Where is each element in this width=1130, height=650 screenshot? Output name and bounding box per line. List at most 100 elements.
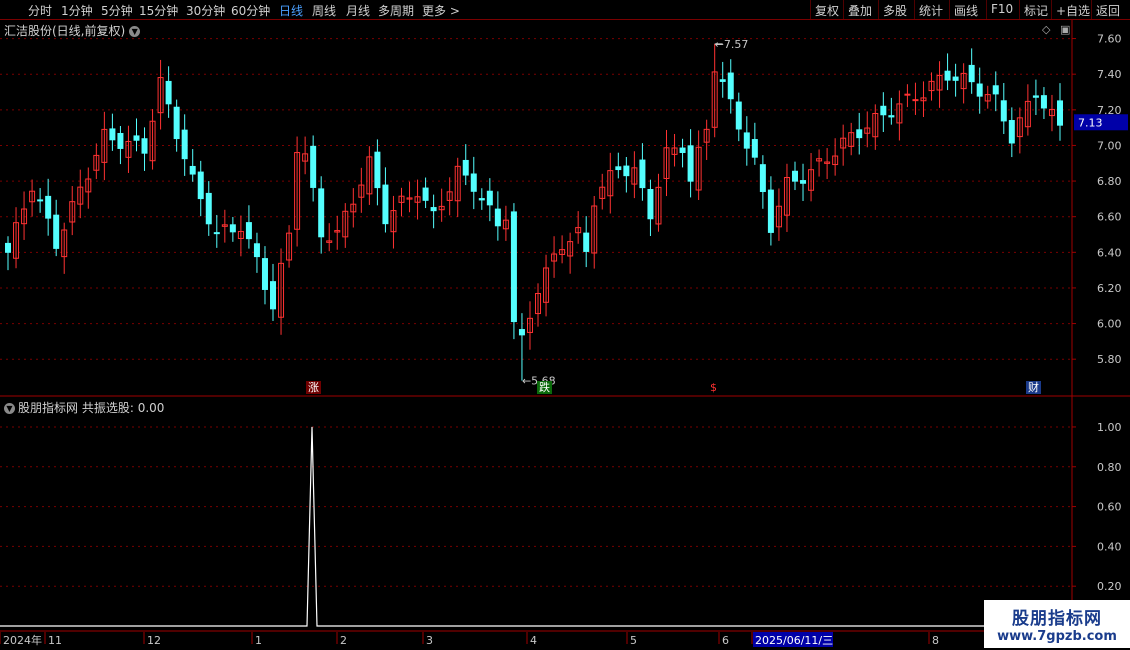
candle-body [197,171,204,200]
toolbar-separator [810,0,811,19]
tab-period-3[interactable]: 15分钟 [139,2,178,19]
candle-body [1040,95,1047,109]
toolbar-separator [878,0,879,19]
price-tick-label: 7.40 [1097,68,1122,81]
toolbar-button-8[interactable]: 返回 [1096,2,1120,19]
price-tick-label: 6.60 [1097,211,1122,224]
toolbar-separator [1051,0,1052,19]
candle-body [374,151,381,189]
indicator-tick-label: 1.00 [1097,421,1122,434]
tab-period-9[interactable]: 多周期 [378,2,414,19]
price-chart[interactable]: 7.607.407.207.006.806.606.406.206.005.80… [0,20,1130,397]
candle-body [615,166,622,171]
candle-body [743,132,750,149]
candle-body [318,188,325,238]
candle-body [205,192,212,225]
candle-body [759,164,766,193]
candle-body [141,138,148,154]
watermark-line1: 股朋指标网 [1012,609,1102,629]
date-label: 12 [147,634,161,647]
candle-body [1057,100,1063,126]
date-axis: 2024年 11 12 1 2 3 4 5 6 2025/06/11/三 8 [0,630,1130,650]
candle-body [727,72,734,100]
toolbar: 分时 1分钟 5分钟 15分钟 30分钟 60分钟 日线 周线 月线 多周期 更多 > 复权 叠加 多股… [0,0,1130,20]
candle-body [37,199,44,202]
tab-period-1[interactable]: 1分钟 [61,2,93,19]
toolbar-button-2[interactable]: 多股 [883,2,907,19]
indicator-chart[interactable]: 1.00 0.80 0.60 0.40 0.20 [0,397,1130,630]
watermark-line2: www.7gpzb.com [997,629,1117,644]
candle-body [888,115,895,118]
indicator-tick-label: 0.60 [1097,501,1122,514]
candle-body [261,258,268,290]
toolbar-button-5[interactable]: F10 [991,2,1013,16]
candle-body [310,145,317,188]
selected-date-label: 2025/06/11/三 [755,634,833,647]
candle-body [968,64,975,83]
candle-body [165,80,172,105]
toolbar-separator [914,0,915,19]
candle-body [245,222,252,240]
candle-body [992,85,999,95]
toolbar-button-6[interactable]: 标记 [1024,2,1048,19]
toolbar-button-1[interactable]: 叠加 [848,2,872,19]
candle-body [952,76,959,81]
indicator-tick-label: 0.20 [1097,580,1122,593]
price-tick-label: 6.40 [1097,246,1122,259]
tab-period-0[interactable]: 分时 [28,2,52,19]
candle-body [462,159,469,176]
candle-body [422,187,429,201]
date-label: 1 [255,634,262,647]
toolbar-button-4[interactable]: 画线 [954,2,978,19]
price-tick-label: 6.00 [1097,318,1122,331]
date-label: 3 [426,634,433,647]
event-tag-finance[interactable]: 财 [1026,381,1041,394]
candle-body [510,211,517,323]
tab-period-7[interactable]: 周线 [312,2,336,19]
candle-body [751,139,758,158]
candle-body [117,132,124,149]
candle-body [518,329,525,336]
candle-body [767,189,774,233]
indicator-tick-label: 0.40 [1097,540,1122,553]
candle-body [213,232,220,235]
event-tag-down[interactable]: 跌 [537,381,552,394]
tab-period-8[interactable]: 月线 [346,2,370,19]
tab-period-5[interactable]: 60分钟 [231,2,270,19]
candle-body [623,165,630,177]
tab-period-6[interactable]: 日线 [279,2,303,19]
event-tag-up[interactable]: 涨 [306,381,321,394]
candle-body [791,170,798,182]
candle-body [1000,100,1007,122]
price-tick-label: 5.80 [1097,353,1122,366]
candle-body [800,180,807,184]
candle-body [382,184,389,225]
candle-body [976,83,983,97]
candle-body [470,173,477,192]
toolbar-button-3[interactable]: 统计 [919,2,943,19]
toolbar-separator [949,0,950,19]
tab-period-4[interactable]: 30分钟 [186,2,225,19]
date-label: 8 [932,634,939,647]
candle-body [270,281,277,310]
candle-body [189,165,196,175]
toolbar-button-0[interactable]: 复权 [815,2,839,19]
date-label: 2 [340,634,347,647]
candle-body [856,129,863,139]
candle-body [904,93,911,96]
tab-period-2[interactable]: 5分钟 [101,2,133,19]
tab-period-10[interactable]: 更多 > [422,2,460,19]
candle-body [478,198,485,201]
date-label: 2024年 [3,633,42,647]
indicator-tick-label: 0.80 [1097,461,1122,474]
event-tag-dividend[interactable]: $ [708,381,719,394]
price-tick-label: 7.60 [1097,33,1122,46]
candle-body [53,214,60,249]
date-label: 4 [530,634,537,647]
candle-body [1008,120,1015,144]
candle-body [109,128,116,141]
candle-body [880,105,887,116]
toolbar-button-7[interactable]: +自选 [1056,2,1090,19]
candle-body [735,101,742,130]
candle-body [133,135,140,141]
